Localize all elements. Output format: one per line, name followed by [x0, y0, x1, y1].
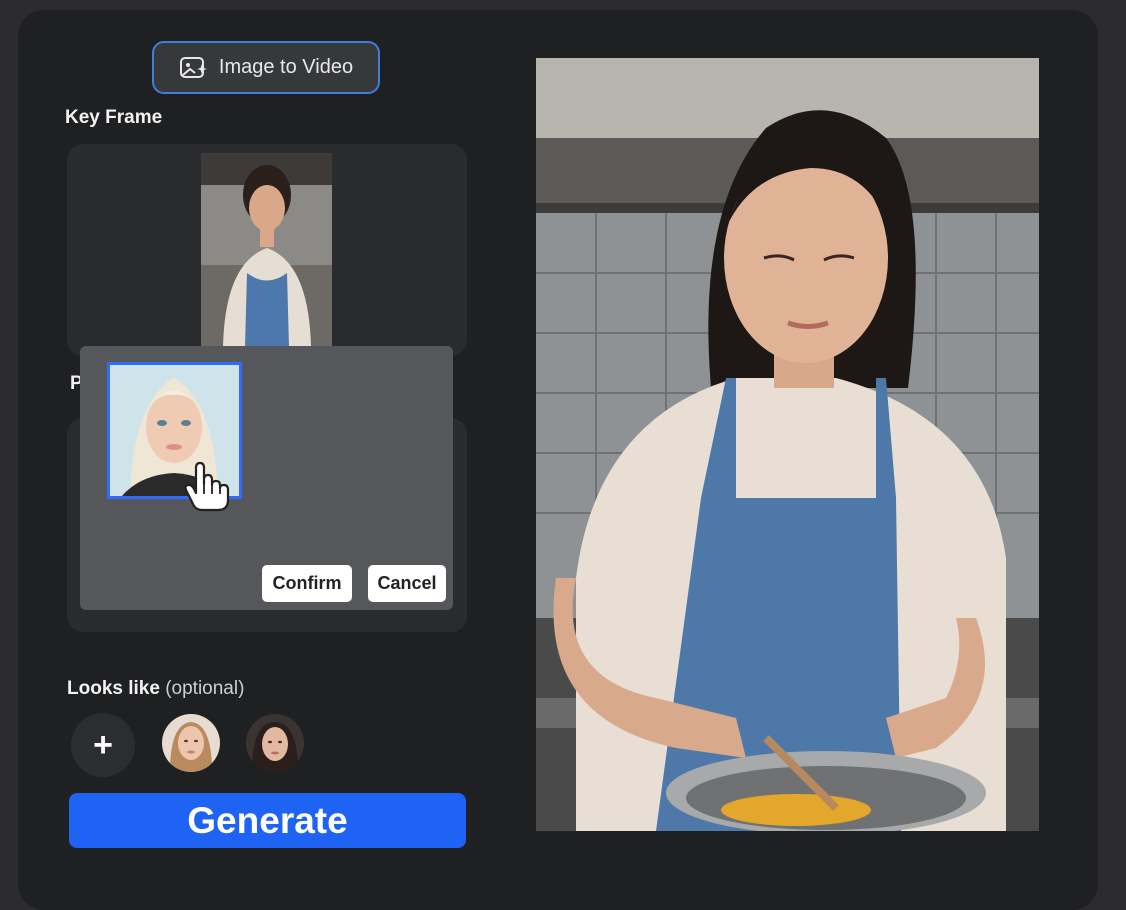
- cancel-button[interactable]: Cancel: [368, 565, 446, 602]
- image-to-video-button[interactable]: Image to Video: [152, 41, 380, 94]
- key-frame-title: Key Frame: [65, 107, 163, 128]
- hand-cursor-icon: [184, 461, 230, 512]
- preview-image: [536, 58, 1039, 831]
- plus-icon: +: [93, 725, 113, 764]
- image-to-video-label: Image to Video: [218, 56, 354, 78]
- optional-label: (optional): [165, 678, 245, 699]
- image-sparkle-icon: [179, 56, 207, 78]
- confirm-button[interactable]: Confirm: [262, 565, 352, 602]
- look-avatar-1[interactable]: [162, 714, 220, 772]
- looks-like-label: Looks like: [67, 678, 160, 699]
- look-avatar-2[interactable]: [246, 714, 304, 772]
- add-look-button[interactable]: +: [71, 713, 135, 777]
- looks-like-title: Looks like (optional): [67, 678, 244, 700]
- generate-button[interactable]: Generate: [69, 793, 466, 848]
- key-frame-thumbnail[interactable]: [201, 153, 332, 347]
